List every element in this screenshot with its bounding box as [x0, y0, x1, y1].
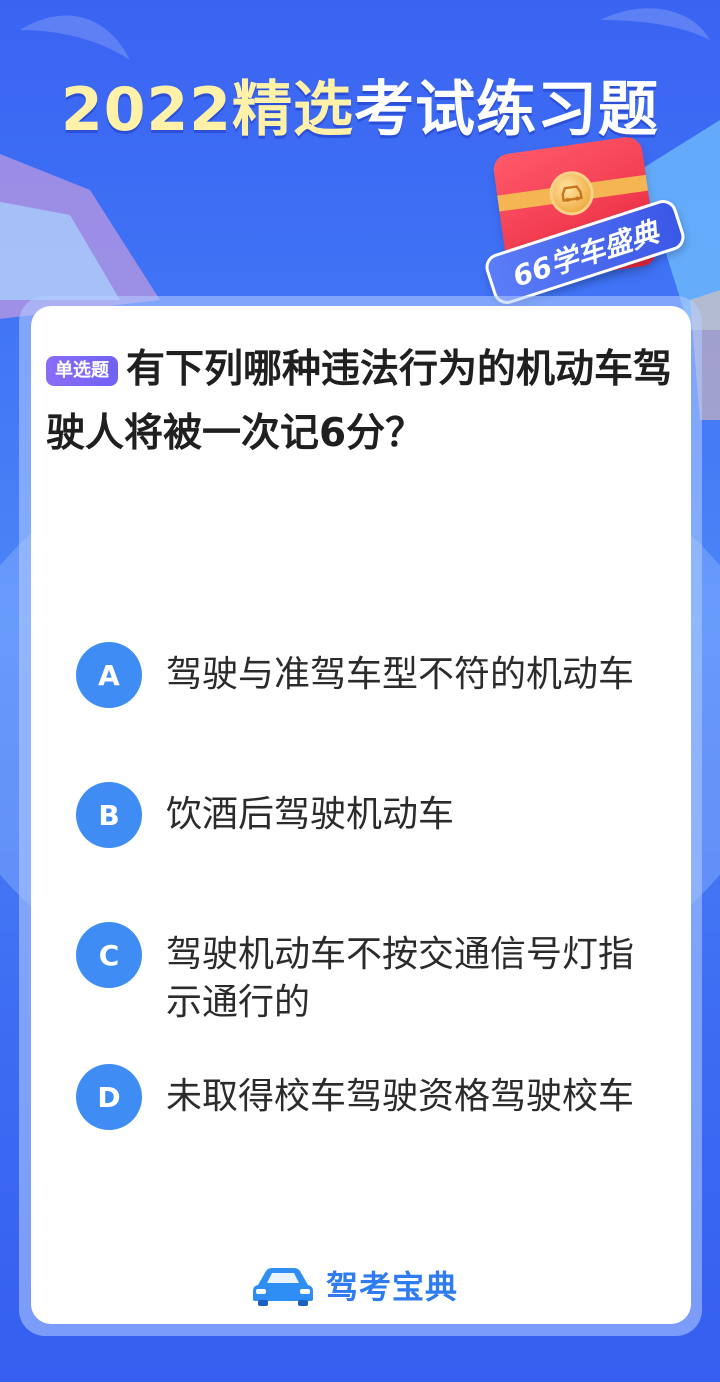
option-letter: C: [76, 922, 142, 988]
option-b[interactable]: B 饮酒后驾驶机动车: [76, 782, 676, 848]
question-block: 单选题 有下列哪种违法行为的机动车驾驶人将被一次记6分？: [46, 338, 686, 466]
title-rest: 考试练习题: [354, 75, 659, 145]
coin-car-icon: [546, 168, 597, 219]
option-letter: B: [76, 782, 142, 848]
option-a[interactable]: A 驾驶与准驾车型不符的机动车: [76, 642, 676, 708]
option-text: 未取得校车驾驶资格驾驶校车: [166, 1076, 635, 1117]
brand-name: 驾考宝典: [326, 1268, 459, 1306]
option-letter: D: [76, 1064, 142, 1130]
option-text: 饮酒后驾驶机动车: [166, 794, 455, 835]
option-letter: A: [76, 642, 142, 708]
brand-logo: 驾考宝典: [250, 1260, 458, 1310]
title-highlight: 2022精选: [61, 75, 354, 145]
option-c[interactable]: C 驾驶机动车不按交通信号灯指示通行的: [76, 922, 676, 1027]
page-title: 2022精选考试练习题: [0, 70, 720, 150]
option-text: 驾驶与准驾车型不符的机动车: [166, 654, 635, 695]
car-icon: [253, 1268, 313, 1306]
question-text: 有下列哪种违法行为的机动车驾驶人将被一次记6分？: [46, 347, 673, 456]
option-text: 驾驶机动车不按交通信号灯指示通行的: [166, 934, 635, 1023]
red-packet-badge: 66学车盛典: [481, 135, 689, 308]
question-type-tag: 单选题: [46, 356, 118, 386]
option-d[interactable]: D 未取得校车驾驶资格驾驶校车: [76, 1064, 676, 1130]
